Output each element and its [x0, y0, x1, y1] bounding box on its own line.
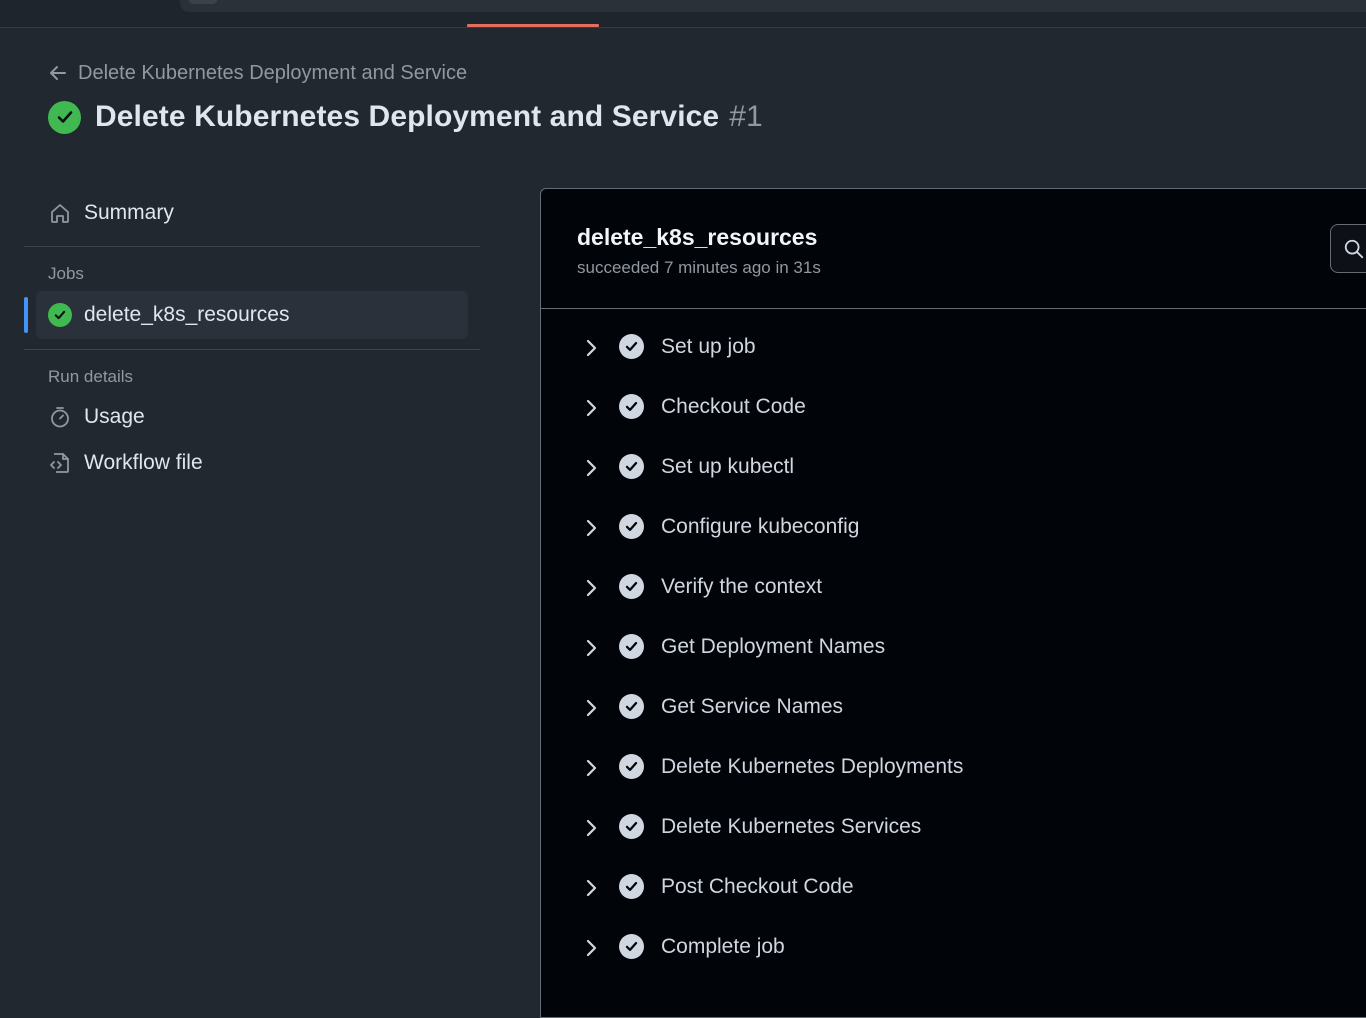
step-label: Delete Kubernetes Services [661, 815, 922, 838]
step-label: Complete job [661, 935, 785, 958]
step-row[interactable]: Configure kubeconfig [541, 499, 1366, 559]
step-row[interactable]: Checkout Code [541, 379, 1366, 439]
arrow-left-icon [50, 66, 66, 80]
step-row[interactable]: Verify the context [541, 559, 1366, 619]
run-number: #1 [729, 100, 763, 133]
step-label: Post Checkout Code [661, 875, 854, 898]
browser-top-bar [0, 0, 1366, 28]
step-success-check-icon [619, 334, 644, 359]
run-details-heading: Run details [48, 367, 134, 386]
step-success-check-icon [619, 454, 644, 479]
sidebar-item-usage[interactable]: Usage [24, 394, 480, 440]
address-bar[interactable] [180, 0, 1366, 12]
step-label: Configure kubeconfig [661, 515, 860, 538]
page-title: Delete Kubernetes Deployment and Service… [48, 98, 763, 136]
step-success-check-icon [619, 874, 644, 899]
success-check-icon [48, 100, 81, 134]
job-log-panel: delete_k8s_resources succeeded 7 minutes… [540, 188, 1366, 1018]
step-label: Get Deployment Names [661, 635, 886, 658]
usage-label: Usage [84, 405, 145, 428]
step-success-check-icon [619, 574, 644, 599]
search-icon [1344, 239, 1364, 258]
step-label: Checkout Code [661, 395, 806, 418]
file-code-icon [50, 453, 69, 473]
step-label: Set up job [661, 335, 756, 358]
step-success-check-icon [619, 394, 644, 419]
step-success-check-icon [619, 814, 644, 839]
sidebar: Summary Jobs delete_k8s_resources Run de… [24, 190, 480, 486]
jobs-heading: Jobs [48, 264, 84, 283]
sidebar-divider [24, 246, 480, 247]
active-indicator [24, 297, 28, 333]
job-name: delete_k8s_resources [577, 224, 818, 250]
step-row[interactable]: Set up job [541, 319, 1366, 379]
chevron-right-icon[interactable] [581, 638, 601, 658]
step-success-check-icon [619, 934, 644, 959]
home-icon [51, 204, 69, 223]
job-label: delete_k8s_resources [84, 303, 290, 326]
step-label: Delete Kubernetes Deployments [661, 755, 964, 778]
sidebar-item-workflow-file[interactable]: Workflow file [24, 440, 480, 486]
step-label: Get Service Names [661, 695, 844, 718]
chevron-right-icon[interactable] [581, 698, 601, 718]
stopwatch-icon [51, 407, 69, 428]
back-to-workflow-link[interactable]: Delete Kubernetes Deployment and Service [48, 60, 467, 86]
page-loading-indicator [467, 24, 599, 27]
step-row[interactable]: Set up kubectl [541, 439, 1366, 499]
step-success-check-icon [619, 754, 644, 779]
step-row[interactable]: Post Checkout Code [541, 859, 1366, 919]
summary-label: Summary [84, 201, 174, 224]
sidebar-item-summary[interactable]: Summary [24, 190, 480, 236]
run-title: Delete Kubernetes Deployment and Service [95, 100, 720, 133]
step-success-check-icon [619, 514, 644, 539]
step-row[interactable]: Get Deployment Names [541, 619, 1366, 679]
success-check-icon [48, 303, 72, 327]
step-row[interactable]: Complete job [541, 919, 1366, 979]
step-row[interactable]: Get Service Names [541, 679, 1366, 739]
chevron-right-icon[interactable] [581, 578, 601, 598]
chevron-right-icon[interactable] [581, 938, 601, 958]
back-link-label: Delete Kubernetes Deployment and Service [78, 61, 468, 84]
chevron-right-icon[interactable] [581, 338, 601, 358]
browser-button[interactable] [188, 0, 218, 4]
steps-list: Set up job Checkout Code Set up kubectl Con… [541, 309, 1366, 979]
chevron-right-icon[interactable] [581, 758, 601, 778]
step-row[interactable]: Delete Kubernetes Deployments [541, 739, 1366, 799]
search-logs-button[interactable] [1330, 224, 1366, 273]
chevron-right-icon[interactable] [581, 818, 601, 838]
job-status: succeeded 7 minutes ago in 31s [577, 258, 821, 277]
chevron-right-icon[interactable] [581, 458, 601, 478]
chevron-right-icon[interactable] [581, 398, 601, 418]
step-label: Verify the context [661, 575, 823, 598]
chevron-right-icon[interactable] [581, 878, 601, 898]
sidebar-divider [24, 349, 480, 350]
step-success-check-icon [619, 634, 644, 659]
sidebar-item-job[interactable]: delete_k8s_resources [24, 291, 468, 339]
step-success-check-icon [619, 694, 644, 719]
step-label: Set up kubectl [661, 455, 795, 478]
chevron-right-icon[interactable] [581, 518, 601, 538]
job-header: delete_k8s_resources succeeded 7 minutes… [541, 189, 1366, 309]
workflow-file-label: Workflow file [84, 451, 203, 474]
step-row[interactable]: Delete Kubernetes Services [541, 799, 1366, 859]
